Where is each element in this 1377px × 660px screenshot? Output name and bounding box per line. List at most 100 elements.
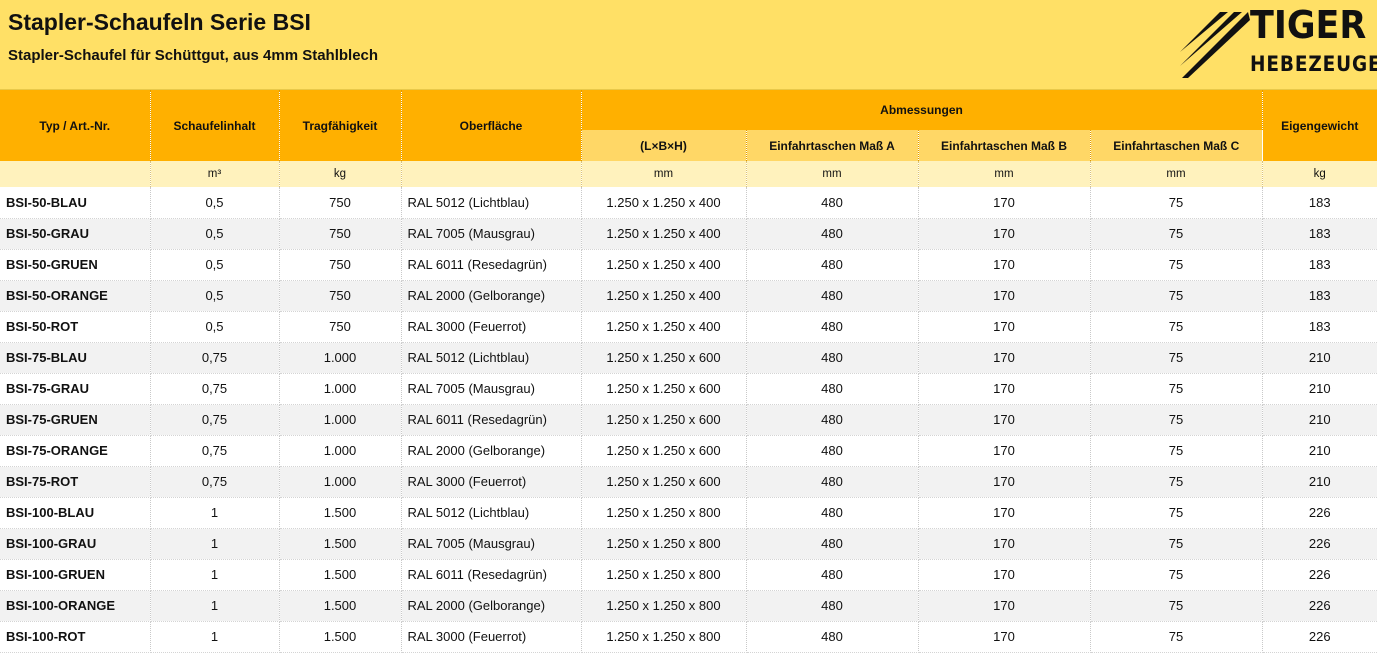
cell-gewicht: 183 <box>1262 280 1377 312</box>
cell-lbh: 1.250 x 1.250 x 800 <box>581 497 747 529</box>
cell-lbh: 1.250 x 1.250 x 600 <box>581 373 747 405</box>
units-row: m³ kg mm mm mm mm kg <box>0 161 1377 187</box>
cell-b: 170 <box>918 342 1091 374</box>
table-row: BSI-100-GRUEN 1 1.500 RAL 6011 (Resedagrün)… <box>0 559 1377 591</box>
cell-b: 170 <box>918 187 1091 219</box>
cell-b: 170 <box>918 528 1091 560</box>
cell-inhalt: 1 <box>150 621 280 653</box>
table-row: BSI-75-ORANGE 0,75 1.000 RAL 2000 (Gelboran… <box>0 435 1377 467</box>
table-body: BSI-50-BLAU 0,5 750 RAL 5012 (Lichtblau) 1.2… <box>0 187 1377 653</box>
cell-typ: BSI-100-GRAU <box>0 528 151 560</box>
product-table: Typ / Art.-Nr. Schaufelinhalt Tragfähigk… <box>0 90 1377 653</box>
cell-oberflaeche: RAL 2000 (Gelborange) <box>401 280 582 312</box>
cell-lbh: 1.250 x 1.250 x 400 <box>581 311 747 343</box>
page-banner: Stapler-Schaufeln Serie BSI Stapler-Scha… <box>0 0 1377 90</box>
cell-lbh: 1.250 x 1.250 x 800 <box>581 621 747 653</box>
cell-b: 170 <box>918 373 1091 405</box>
cell-trag: 1.500 <box>279 497 402 529</box>
cell-trag: 1.000 <box>279 373 402 405</box>
cell-trag: 1.500 <box>279 528 402 560</box>
cell-oberflaeche: RAL 3000 (Feuerrot) <box>401 311 582 343</box>
cell-inhalt: 0,75 <box>150 435 280 467</box>
cell-inhalt: 0,75 <box>150 342 280 374</box>
cell-lbh: 1.250 x 1.250 x 400 <box>581 280 747 312</box>
col-header-mass-a: Einfahrtaschen Maß A <box>746 130 919 161</box>
cell-inhalt: 0,5 <box>150 218 280 250</box>
unit-gewicht: kg <box>1262 161 1377 187</box>
table-row: BSI-50-GRUEN 0,5 750 RAL 6011 (Resedagrün) 1… <box>0 249 1377 281</box>
table-row: BSI-50-ROT 0,5 750 RAL 3000 (Feuerrot) 1.250… <box>0 311 1377 343</box>
cell-a: 480 <box>746 280 919 312</box>
cell-inhalt: 0,75 <box>150 466 280 498</box>
cell-lbh: 1.250 x 1.250 x 400 <box>581 218 747 250</box>
cell-typ: BSI-75-GRAU <box>0 373 151 405</box>
cell-inhalt: 0,75 <box>150 404 280 436</box>
cell-inhalt: 0,5 <box>150 187 280 219</box>
cell-c: 75 <box>1090 559 1263 591</box>
cell-typ: BSI-50-GRAU <box>0 218 151 250</box>
cell-b: 170 <box>918 311 1091 343</box>
cell-c: 75 <box>1090 404 1263 436</box>
cell-oberflaeche: RAL 6011 (Resedagrün) <box>401 559 582 591</box>
cell-lbh: 1.250 x 1.250 x 800 <box>581 590 747 622</box>
cell-inhalt: 1 <box>150 497 280 529</box>
cell-typ: BSI-75-ROT <box>0 466 151 498</box>
cell-typ: BSI-100-ROT <box>0 621 151 653</box>
cell-a: 480 <box>746 528 919 560</box>
cell-a: 480 <box>746 373 919 405</box>
cell-trag: 1.500 <box>279 621 402 653</box>
cell-oberflaeche: RAL 6011 (Resedagrün) <box>401 249 582 281</box>
cell-c: 75 <box>1090 528 1263 560</box>
col-header-schaufelinhalt: Schaufelinhalt <box>150 90 280 161</box>
unit-b: mm <box>918 161 1091 187</box>
cell-typ: BSI-50-BLAU <box>0 187 151 219</box>
unit-lbh: mm <box>581 161 747 187</box>
cell-typ: BSI-100-GRUEN <box>0 559 151 591</box>
cell-trag: 750 <box>279 280 402 312</box>
cell-lbh: 1.250 x 1.250 x 600 <box>581 342 747 374</box>
cell-gewicht: 226 <box>1262 559 1377 591</box>
cell-b: 170 <box>918 218 1091 250</box>
cell-gewicht: 210 <box>1262 342 1377 374</box>
table-row: BSI-75-BLAU 0,75 1.000 RAL 5012 (Lichtblau)… <box>0 342 1377 374</box>
cell-trag: 750 <box>279 187 402 219</box>
cell-typ: BSI-50-ROT <box>0 311 151 343</box>
cell-lbh: 1.250 x 1.250 x 800 <box>581 559 747 591</box>
cell-oberflaeche: RAL 3000 (Feuerrot) <box>401 621 582 653</box>
table-row: BSI-75-GRAU 0,75 1.000 RAL 7005 (Mausgrau) 1… <box>0 373 1377 405</box>
cell-gewicht: 210 <box>1262 373 1377 405</box>
cell-a: 480 <box>746 187 919 219</box>
cell-b: 170 <box>918 621 1091 653</box>
cell-inhalt: 0,75 <box>150 373 280 405</box>
cell-oberflaeche: RAL 7005 (Mausgrau) <box>401 218 582 250</box>
unit-inhalt: m³ <box>150 161 280 187</box>
table-row: BSI-100-ROT 1 1.500 RAL 3000 (Feuerrot) 1.25… <box>0 621 1377 653</box>
cell-a: 480 <box>746 497 919 529</box>
cell-b: 170 <box>918 497 1091 529</box>
cell-lbh: 1.250 x 1.250 x 600 <box>581 466 747 498</box>
cell-a: 480 <box>746 435 919 467</box>
cell-oberflaeche: RAL 7005 (Mausgrau) <box>401 373 582 405</box>
unit-a: mm <box>746 161 919 187</box>
cell-b: 170 <box>918 466 1091 498</box>
cell-gewicht: 183 <box>1262 249 1377 281</box>
cell-a: 480 <box>746 559 919 591</box>
cell-typ: BSI-75-BLAU <box>0 342 151 374</box>
cell-gewicht: 226 <box>1262 590 1377 622</box>
cell-c: 75 <box>1090 590 1263 622</box>
page-title: Stapler-Schaufeln Serie BSI <box>8 9 311 35</box>
header-row: Typ / Art.-Nr. Schaufelinhalt Tragfähigk… <box>0 90 1377 161</box>
cell-c: 75 <box>1090 466 1263 498</box>
cell-lbh: 1.250 x 1.250 x 400 <box>581 249 747 281</box>
cell-a: 480 <box>746 621 919 653</box>
cell-typ: BSI-75-ORANGE <box>0 435 151 467</box>
table-row: BSI-75-ROT 0,75 1.000 RAL 3000 (Feuerrot) 1.… <box>0 466 1377 498</box>
cell-gewicht: 183 <box>1262 187 1377 219</box>
tiger-claw-icon <box>1180 12 1250 78</box>
cell-typ: BSI-100-BLAU <box>0 497 151 529</box>
col-header-mass-c: Einfahrtaschen Maß C <box>1090 130 1262 161</box>
table-row: BSI-100-GRAU 1 1.500 RAL 7005 (Mausgrau) 1.2… <box>0 528 1377 560</box>
cell-gewicht: 183 <box>1262 218 1377 250</box>
brand-logo: TIGER HEBEZEUGE <box>1178 6 1377 80</box>
cell-b: 170 <box>918 280 1091 312</box>
